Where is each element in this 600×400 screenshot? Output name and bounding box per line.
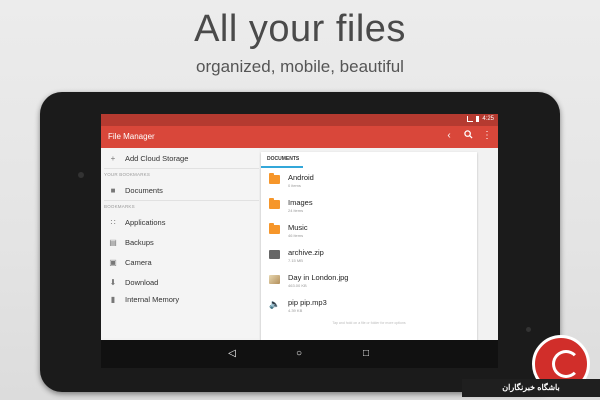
- add-icon: +: [110, 153, 116, 163]
- sidebar-item-label: Backups: [125, 237, 154, 247]
- hint-text: Tap and hold on a file or folder for mor…: [332, 321, 406, 325]
- overflow-menu-icon[interactable]: ⋮: [482, 130, 492, 142]
- headline-subtitle: organized, mobile, beautiful: [196, 57, 404, 76]
- sidebar-item-documents[interactable]: ■ Documents: [101, 180, 259, 200]
- file-meta: 7.15 MB: [288, 258, 303, 263]
- status-time: 4:25: [482, 116, 494, 122]
- list-item[interactable]: Music 46 items: [261, 218, 477, 243]
- file-list-panel: DOCUMENTS Android 0 items Images 24 item…: [261, 152, 477, 344]
- file-name: Music: [288, 223, 308, 232]
- folder-icon: [269, 198, 280, 209]
- sidebar-item-label: Add Cloud Storage: [125, 153, 189, 163]
- file-meta: 4.39 KB: [288, 308, 303, 313]
- archive-icon: [269, 250, 280, 259]
- folder-icon: [269, 223, 280, 234]
- file-name: archive.zip: [288, 248, 324, 257]
- list-item[interactable]: Images 24 items: [261, 193, 477, 218]
- file-meta: 463.00 KB: [288, 283, 307, 288]
- file-name: Images: [288, 198, 313, 207]
- sidebar-item-label: Internal Memory: [125, 294, 180, 304]
- tab-label: DOCUMENTS: [267, 156, 300, 162]
- sidebar-item-label: Documents: [125, 185, 163, 195]
- file-name: Day in London.jpg: [288, 273, 349, 282]
- add-cloud-storage-item[interactable]: + Add Cloud Storage: [101, 148, 259, 168]
- search-icon[interactable]: [463, 130, 473, 142]
- download-icon: ⬇: [109, 277, 117, 287]
- sidebar-item-internal-memory[interactable]: ▮ Internal Memory: [101, 292, 259, 306]
- headline-title: All your files: [194, 8, 406, 50]
- home-circle-icon[interactable]: ○: [291, 347, 307, 361]
- section-your-bookmarks: YOUR BOOKMARKS: [104, 172, 151, 177]
- list-item[interactable]: Day in London.jpg 463.00 KB: [261, 268, 477, 293]
- front-camera: [78, 172, 84, 178]
- back-triangle-icon[interactable]: ◁: [224, 347, 240, 361]
- sidebar-item-label: Camera: [125, 257, 152, 267]
- battery-icon: [476, 116, 480, 122]
- section-bookmarks: BOOKMARKS: [104, 204, 135, 209]
- file-name: pip pip.mp3: [288, 298, 327, 307]
- sidebar-item-label: Download: [125, 277, 159, 287]
- file-meta: 0 items: [288, 183, 301, 188]
- tab-documents[interactable]: DOCUMENTS: [261, 152, 477, 168]
- file-meta: 24 items: [288, 208, 304, 213]
- system-nav-bar: ◁ ○ □: [101, 340, 498, 368]
- sidebar-item-download[interactable]: ⬇ Download: [101, 272, 259, 292]
- back-chevron-icon[interactable]: ‹: [444, 130, 454, 142]
- file-name: Android: [288, 173, 314, 182]
- backup-icon: ▤: [109, 237, 117, 247]
- sidebar-item-applications[interactable]: ∷ Applications: [101, 212, 259, 232]
- watermark-text: باشگاه خبرنگاران: [462, 379, 600, 397]
- apps-grid-icon: ∷: [110, 217, 116, 227]
- file-meta: 46 items: [288, 233, 304, 238]
- sidebar-item-backups[interactable]: ▤ Backups: [101, 232, 259, 252]
- device-screen: 4:25 File Manager ‹ ⋮ + Add Cloud Storag…: [101, 114, 498, 368]
- app-title: File Manager: [108, 132, 155, 141]
- image-thumbnail-icon: [269, 275, 280, 284]
- list-item[interactable]: 🔈 pip pip.mp3 4.39 KB: [261, 293, 477, 318]
- sensor-dot: [526, 327, 531, 332]
- camera-icon: ▣: [109, 257, 117, 267]
- sidebar-item-label: Applications: [125, 217, 166, 227]
- memory-icon: ▮: [110, 294, 116, 304]
- signal-icon: [467, 116, 474, 122]
- sidebar-item-camera[interactable]: ▣ Camera: [101, 252, 259, 272]
- folder-icon: [269, 173, 280, 184]
- list-item[interactable]: archive.zip 7.15 MB: [261, 243, 477, 268]
- folder-icon: ■: [110, 185, 116, 195]
- recents-square-icon[interactable]: □: [358, 347, 374, 361]
- list-item[interactable]: Android 0 items: [261, 168, 477, 193]
- sidebar: + Add Cloud Storage YOUR BOOKMARKS ■ Doc…: [101, 148, 259, 338]
- status-bar: 4:25: [101, 114, 498, 126]
- audio-icon: 🔈: [269, 299, 281, 309]
- app-bar: File Manager ‹ ⋮: [101, 126, 498, 148]
- watermark-badge: باشگاه خبرنگاران: [462, 335, 600, 400]
